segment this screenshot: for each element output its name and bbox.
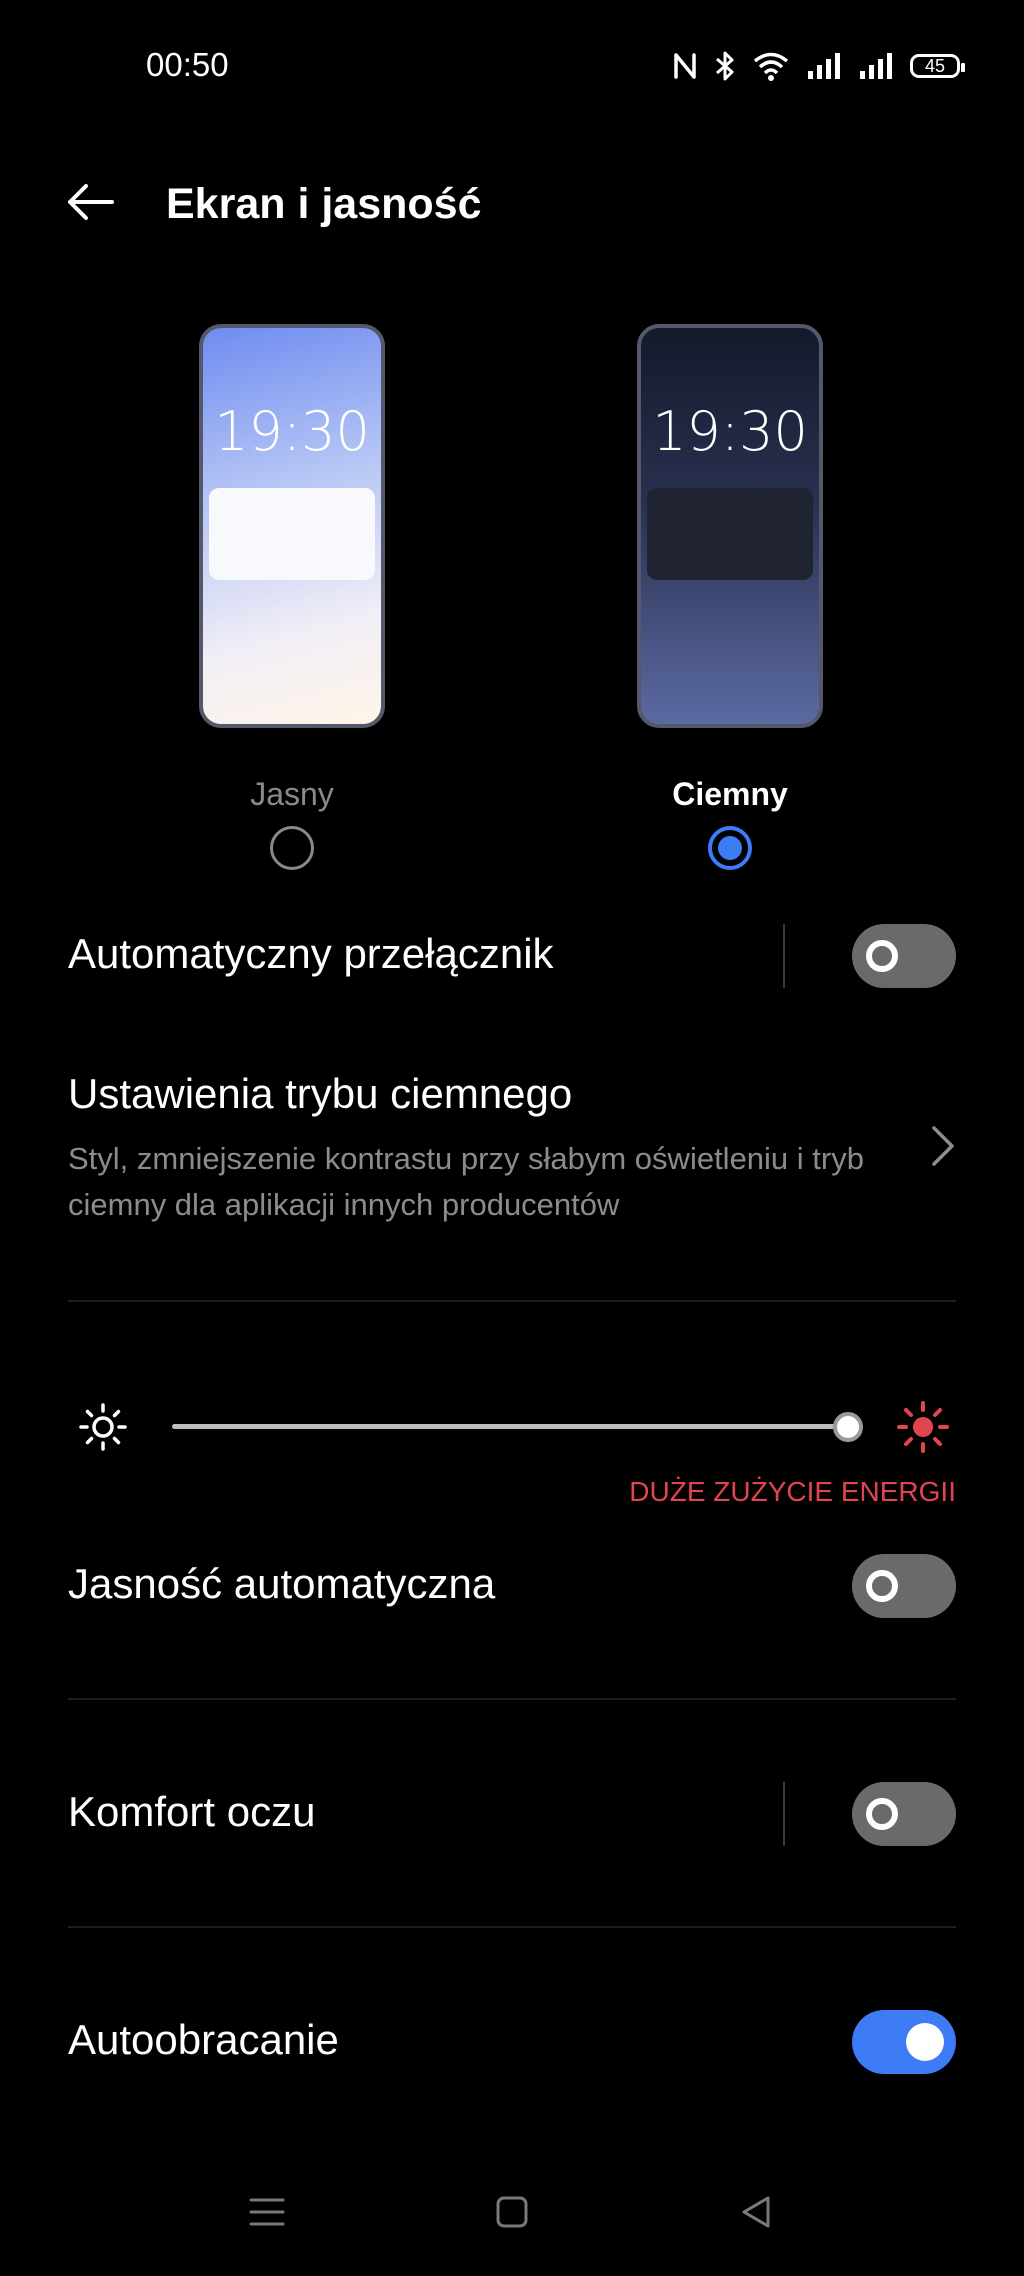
- light-theme-radio[interactable]: [270, 826, 314, 870]
- brightness-slider-track[interactable]: [172, 1424, 848, 1429]
- divider: [68, 1926, 956, 1928]
- signal-icon: [858, 51, 894, 81]
- dark-theme-preview[interactable]: 19:30: [637, 324, 823, 728]
- eye-comfort-label: Komfort oczu: [68, 1788, 316, 1835]
- sun-high-icon: [896, 1400, 950, 1459]
- high-energy-warning: DUŻE ZUŻYCIE ENERGII: [629, 1476, 956, 1507]
- status-icons: 45: [672, 50, 965, 82]
- auto-rotate-label: Autoobracanie: [68, 2016, 339, 2063]
- toggle-knob: [866, 940, 898, 972]
- brightness-slider-thumb[interactable]: [833, 1412, 863, 1442]
- back-triangle-icon: [738, 2194, 774, 2235]
- auto-switch-label: Automatyczny przełącznik: [68, 930, 554, 977]
- toggle-knob: [866, 1798, 898, 1830]
- auto-rotate-toggle[interactable]: [852, 2010, 956, 2074]
- divider: [68, 1698, 956, 1700]
- sun-low-icon: [78, 1402, 128, 1457]
- home-icon: [494, 2194, 530, 2235]
- preview-card: [647, 488, 813, 580]
- toggle-knob: [866, 1570, 898, 1602]
- bluetooth-icon: [714, 50, 736, 82]
- light-theme-preview[interactable]: 19:30: [199, 324, 385, 728]
- home-button[interactable]: [472, 2184, 552, 2244]
- back-button[interactable]: [56, 172, 126, 236]
- arrow-left-icon: [66, 182, 116, 227]
- back-nav-button[interactable]: [716, 2184, 796, 2244]
- recents-button[interactable]: [227, 2184, 307, 2244]
- dark-mode-settings-description: Styl, zmniejszenie kontrastu przy słabym…: [68, 1141, 864, 1222]
- dark-theme-radio[interactable]: [708, 826, 752, 870]
- battery-icon: 45: [910, 54, 965, 78]
- preview-card: [209, 488, 375, 580]
- preview-time: 19:30: [652, 400, 808, 463]
- dark-mode-settings-label[interactable]: Ustawienia trybu ciemnego: [68, 1070, 572, 1118]
- auto-brightness-label: Jasność automatyczna: [68, 1560, 496, 1607]
- eye-comfort-toggle[interactable]: [852, 1782, 956, 1846]
- row-separator: [783, 924, 785, 988]
- dark-theme-label: Ciemny: [672, 776, 788, 812]
- light-theme-label: Jasny: [250, 776, 334, 812]
- divider: [68, 1300, 956, 1302]
- status-time: 00:50: [146, 46, 229, 83]
- auto-switch-toggle[interactable]: [852, 924, 956, 988]
- chevron-right-icon[interactable]: [930, 1124, 956, 1173]
- signal-icon: [806, 51, 842, 81]
- menu-icon: [247, 2194, 287, 2235]
- toggle-knob: [906, 2023, 944, 2061]
- wifi-icon: [752, 51, 790, 81]
- preview-time: 19:30: [214, 400, 370, 463]
- row-separator: [783, 1782, 785, 1846]
- auto-brightness-toggle[interactable]: [852, 1554, 956, 1618]
- page-title: Ekran i jasność: [166, 180, 482, 228]
- nfc-icon: [672, 51, 698, 81]
